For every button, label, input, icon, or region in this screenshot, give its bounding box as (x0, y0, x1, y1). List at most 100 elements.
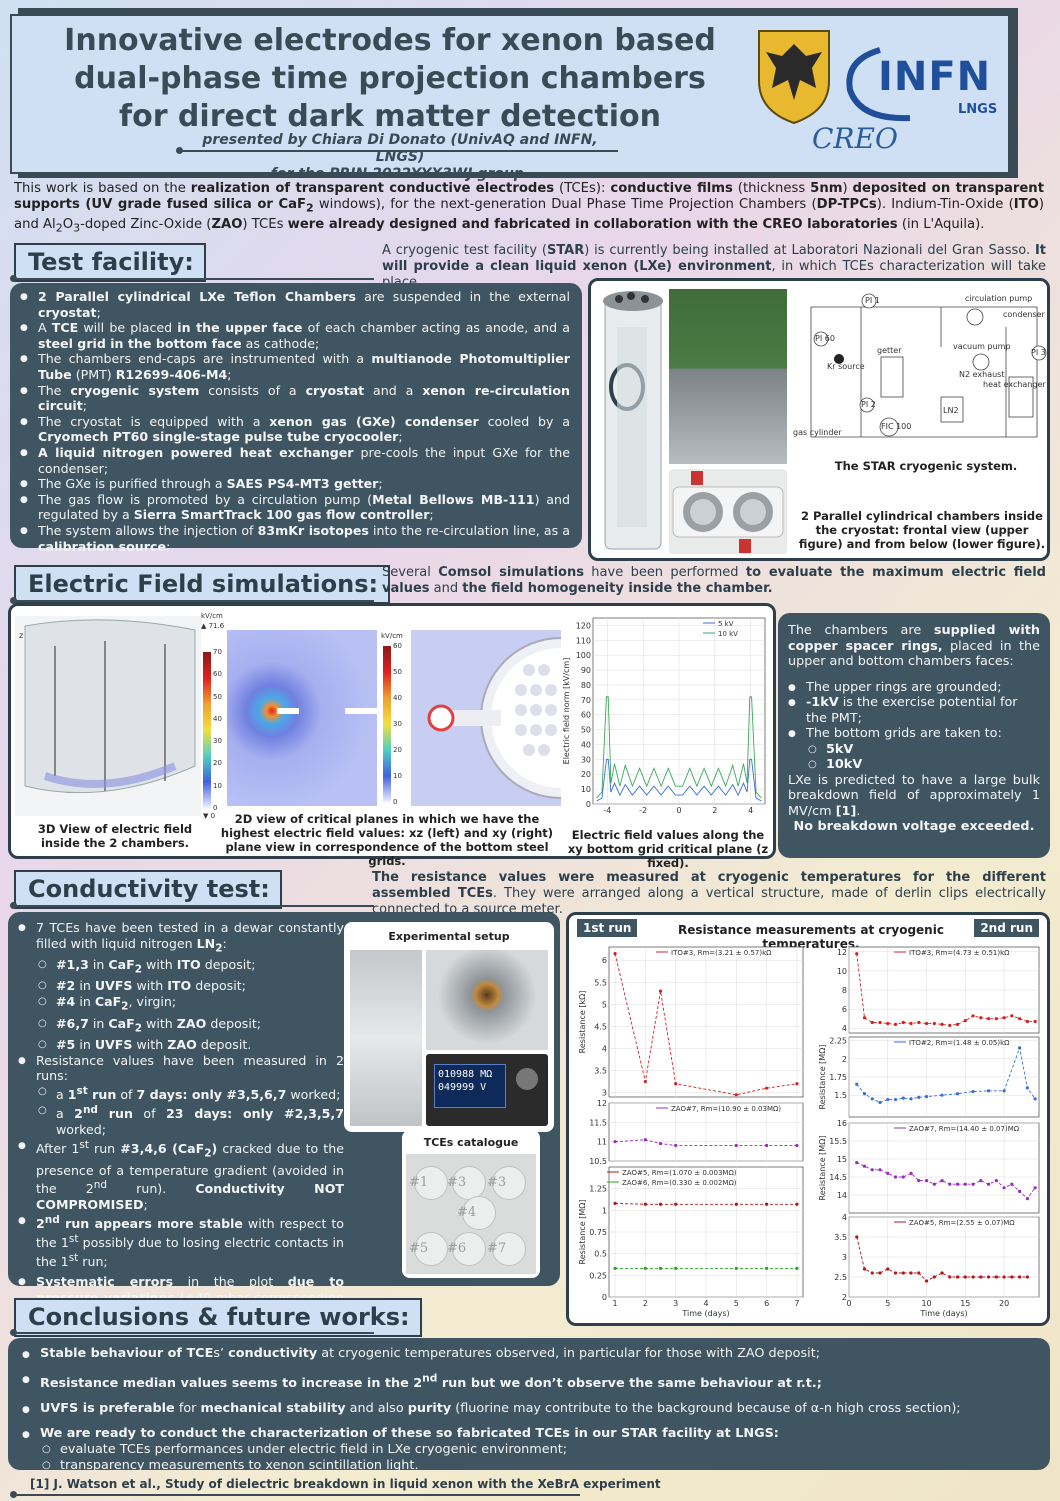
data-point (1002, 1016, 1006, 1020)
conclusion-bullet: Resistance median values seems to increa… (22, 1371, 1036, 1392)
intro-bold: ZAO (211, 216, 243, 232)
data-point (1010, 1275, 1014, 1279)
diagram-label: PI 3 (1031, 348, 1046, 357)
infn-text: INFN (878, 54, 992, 100)
data-point (658, 1142, 663, 1146)
data-point (963, 1275, 967, 1279)
data-point (658, 1266, 663, 1270)
intro-text: O (62, 216, 74, 232)
tce-sample-label: #3 (447, 1175, 467, 1190)
intro-bold: ITO (1013, 197, 1039, 212)
efield-line-plot: -4 -2 0 2 40102030405060708090100110120Elect… (563, 617, 766, 815)
facility-bold: Sierra SmartTrack 100 gas flow controlle… (133, 507, 430, 523)
data-point (870, 1020, 874, 1025)
data-point (948, 1182, 952, 1186)
facility-bold: 2 Parallel cylindrical LXe Teflon Chambe… (38, 289, 356, 304)
intro-sub: 2 (55, 221, 63, 235)
y-tick-label: 100 (576, 651, 591, 660)
legend-label: ZAO#6, Rm=(0.330 ± 0.002MΩ) (622, 1179, 737, 1187)
side-bullet: The upper rings are grounded; (788, 680, 1040, 696)
data-point (971, 1089, 975, 1094)
c-bold: mechanical stability (200, 1401, 346, 1417)
colorbar-tick: 50 (393, 668, 402, 676)
data-point (979, 1016, 983, 1020)
y-tick-label: 0 (586, 800, 591, 809)
reference-underline (14, 1494, 580, 1496)
y-tick-label: 11 (597, 1138, 607, 1147)
cond-sub-bullet: #4 in CaF2, virgin; (18, 994, 344, 1015)
data-point (986, 1275, 991, 1279)
resistance-plots-box: 1st run 2nd run Resistance measurements … (566, 912, 1050, 1326)
star-cryogenic-diagram: PI 1 circulation pump PI 60 Kr source co… (793, 293, 1047, 438)
facility-text: of each chamber acting as anode, and a (302, 320, 570, 336)
data-point (734, 1093, 738, 1097)
diagram-label: N2 exhaust (959, 370, 1004, 379)
section-title-test-facility: Test facility: (14, 243, 206, 282)
star-figure-box: PI 1 circulation pump PI 60 Kr source co… (588, 278, 1050, 561)
data-point (893, 1175, 898, 1179)
facility-bold: in the upper face (177, 320, 303, 336)
conclusions-list: Stable behaviour of TCEs’ conductivity a… (22, 1346, 1036, 1474)
colorbar2-unit: kV/cm (381, 632, 403, 640)
data-point (1033, 1019, 1037, 1024)
y-tick-label: 10 (581, 785, 591, 794)
data-point (870, 1097, 874, 1101)
facility-bold: cryostat (305, 382, 365, 398)
intro-text: (thickness (732, 181, 811, 196)
data-point (870, 1168, 874, 1172)
y-tick-label: 50 (581, 726, 591, 735)
side-text: LXe is predicted to have a large bulk br… (788, 772, 1040, 819)
side-sub-bullet: 10kV (788, 757, 1040, 773)
tce-sample-label: #4 (457, 1205, 477, 1220)
side-list: The upper rings are grounded; -1kV is th… (788, 680, 1040, 773)
facility-text: The cryostat is equipped with a (38, 413, 270, 429)
colorbar-tick: 20 (213, 759, 222, 768)
infn-logo: INFN LNGS (840, 40, 1010, 130)
data-point (862, 1267, 867, 1271)
diagram-label: PI 2 (861, 400, 876, 409)
x-axis-label: Time (days) (919, 1309, 967, 1318)
data-point (862, 1016, 867, 1020)
meter-screen: 010988 MΩ 049999 V (434, 1064, 506, 1108)
data-point (886, 1097, 890, 1102)
data-point (986, 1017, 991, 1021)
y-tick-label: 3.5 (594, 1067, 607, 1076)
y-tick-label: 110 (576, 636, 591, 645)
facility-text: ; (398, 429, 403, 445)
conductivity-note: The resistance values were measured at c… (372, 870, 1046, 918)
legend-label: ZAO#5, Rm=(2.55 ± 0.07)MΩ (909, 1219, 1015, 1227)
colorbar2-ticks: 60 50 40 30 20 10 0 (393, 642, 413, 806)
catalogue-label: TCEs catalogue (423, 1136, 519, 1149)
data-point (924, 1179, 929, 1183)
efield-figure-box: z kV/cm ▲ 71.6 70 60 50 40 30 20 10 0 ▼ 0 3D Vi… (8, 603, 776, 870)
facility-bold: Cryomech PT60 single-stage pulse tube cr… (38, 429, 399, 445)
y-tick-label: 0.75 (589, 1228, 607, 1237)
x-axis-label: Time (days) (681, 1309, 729, 1318)
conductivity-panel: 7 TCEs have been tested in a dewar const… (8, 912, 560, 1336)
presenter-block: presented by Chiara Di Donato (UnivAQ an… (180, 132, 620, 183)
data-point (643, 1266, 647, 1270)
data-point (1025, 1019, 1029, 1024)
cond-sub-bullet: #1,3 in CaF2 with ITO deposit; (18, 957, 344, 978)
side-para: LXe is predicted to have a large bulk br… (788, 773, 1040, 820)
data-point (1018, 1017, 1022, 1021)
intro-text: windows), for the next-generation Dual P… (313, 197, 817, 212)
y-tick-label: 0.25 (589, 1271, 607, 1280)
facility-text: will be placed (78, 320, 178, 336)
colorbar1-max: ▲ 71.6 (201, 622, 225, 630)
data-point (971, 1014, 975, 1018)
data-point (924, 1021, 929, 1026)
data-point (1002, 1089, 1006, 1093)
x-tick-label: 3 (673, 1299, 678, 1308)
caption-plot: Electric field values along the xy botto… (567, 828, 769, 870)
note-text: A cryogenic test facility ( (382, 243, 547, 258)
presenter: presented by Chiara Di Donato (UnivAQ an… (202, 132, 598, 165)
data-point (893, 1271, 898, 1275)
facility-text: The gas flow is promoted by a circulatio… (38, 491, 373, 507)
note-text: Several (382, 565, 439, 580)
underline-dot (10, 902, 17, 909)
data-point (909, 1021, 913, 1026)
y-tick-label: 1.75 (829, 1073, 847, 1082)
y-tick-label: 120 (576, 621, 591, 630)
setup-photo-left (350, 950, 422, 1126)
